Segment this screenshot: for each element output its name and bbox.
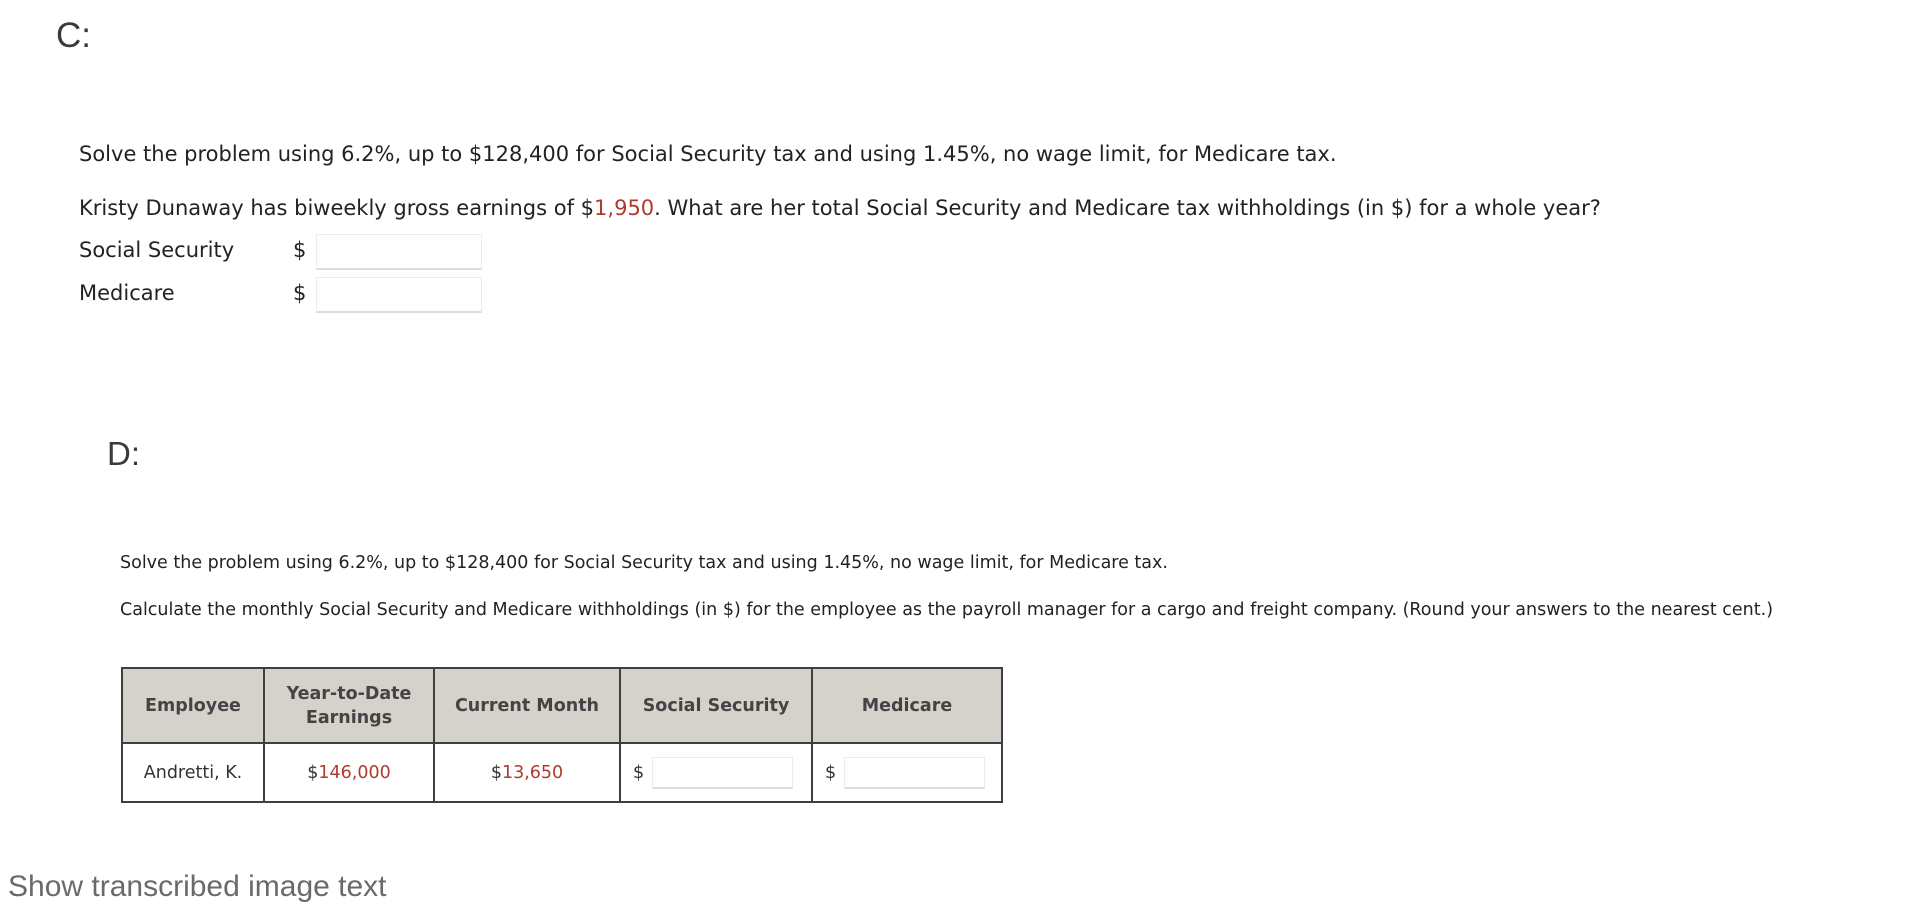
table-header-row: Employee Year-to-Date Earnings Current M… [121, 667, 1003, 744]
currency-symbol: $ [307, 762, 319, 783]
social-security-field-row: Social Security $ [79, 234, 499, 272]
table-row: Andretti, K. $146,000 $13,650 $ $ [121, 742, 1003, 803]
table-medicare-input[interactable] [844, 756, 986, 789]
header-medicare: Medicare [811, 667, 1003, 744]
section-d-instruction: Solve the problem using 6.2%, up to $128… [120, 553, 1168, 573]
question-prefix: Kristy Dunaway has biweekly gross earnin… [79, 196, 595, 220]
social-security-label: Social Security [79, 238, 235, 262]
section-d-question: Calculate the monthly Social Security an… [120, 600, 1774, 620]
employee-name-cell: Andretti, K. [121, 742, 265, 803]
currency-symbol: $ [633, 762, 645, 783]
medicare-field-row: Medicare $ [79, 277, 499, 315]
ytd-earnings-cell: $146,000 [263, 742, 435, 803]
header-current-month: Current Month [433, 667, 621, 744]
biweekly-earnings-value: 1,950 [594, 196, 655, 220]
currency-symbol: $ [293, 281, 307, 305]
currency-symbol: $ [825, 762, 837, 783]
social-security-cell: $ [619, 742, 813, 803]
section-c-question: Kristy Dunaway has biweekly gross earnin… [79, 196, 1601, 220]
table-social-security-input[interactable] [652, 756, 794, 789]
medicare-cell: $ [811, 742, 1003, 803]
currency-symbol: $ [293, 238, 307, 262]
header-ytd-earnings: Year-to-Date Earnings [263, 667, 435, 744]
show-transcribed-text-link[interactable]: Show transcribed image text [8, 870, 387, 904]
social-security-input[interactable] [316, 234, 482, 270]
header-employee: Employee [121, 667, 265, 744]
header-social-security: Social Security [619, 667, 813, 744]
question-suffix: . What are her total Social Security and… [654, 196, 1601, 220]
current-month-cell: $13,650 [433, 742, 621, 803]
ytd-earnings-value: 146,000 [318, 762, 391, 783]
section-c-label: C: [56, 16, 91, 55]
medicare-label: Medicare [79, 281, 175, 305]
medicare-input[interactable] [316, 277, 482, 313]
section-c-instruction: Solve the problem using 6.2%, up to $128… [79, 142, 1337, 166]
section-d-label: D: [107, 435, 140, 472]
current-month-value: 13,650 [501, 762, 564, 783]
currency-symbol: $ [490, 762, 502, 783]
payroll-table: Employee Year-to-Date Earnings Current M… [121, 667, 1003, 803]
